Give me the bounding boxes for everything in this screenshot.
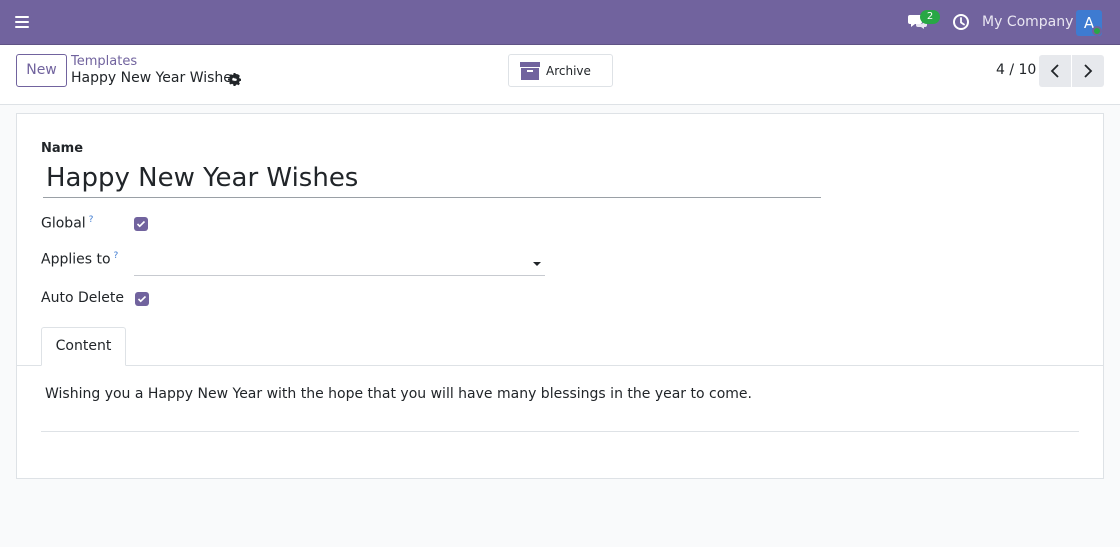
hamburger-menu-icon[interactable] <box>15 16 29 28</box>
content-bottom-divider <box>41 431 1079 432</box>
name-label: Name <box>41 141 84 156</box>
global-label: Global? <box>41 215 94 232</box>
new-button[interactable]: New <box>16 54 67 87</box>
auto-delete-label: Auto Delete <box>41 290 124 306</box>
pager-previous-button[interactable] <box>1039 55 1071 87</box>
company-switcher[interactable]: My Company <box>982 14 1073 30</box>
archive-button[interactable]: Archive <box>508 54 613 87</box>
online-status-dot <box>1092 26 1102 36</box>
chat-unread-badge: 2 <box>920 10 940 24</box>
applies-to-label: Applies to? <box>41 251 119 268</box>
tab-content[interactable]: Content <box>41 327 126 366</box>
archive-box-icon <box>520 62 540 80</box>
pager-next-button[interactable] <box>1072 55 1104 87</box>
tab-divider <box>17 365 1103 366</box>
pager-value[interactable]: 4 / 10 <box>996 62 1036 78</box>
control-panel: New Templates Happy New Year Wishes Arch… <box>0 45 1120 105</box>
breadcrumb-current: Happy New Year Wishes <box>71 70 240 86</box>
applies-to-help-tooltip[interactable]: ? <box>114 251 119 261</box>
applies-to-select[interactable] <box>134 250 545 276</box>
archive-button-label: Archive <box>546 64 591 78</box>
gear-icon[interactable] <box>228 71 242 86</box>
top-navbar: 2 My Company A <box>0 0 1120 45</box>
chevron-left-icon <box>1050 64 1059 78</box>
breadcrumb-parent-link[interactable]: Templates <box>71 54 137 69</box>
auto-delete-checkbox[interactable] <box>135 292 149 306</box>
content-body-editor[interactable]: Wishing you a Happy New Year with the ho… <box>45 386 1075 402</box>
global-help-tooltip[interactable]: ? <box>89 215 94 225</box>
name-input[interactable] <box>43 158 821 198</box>
form-sheet: Name Global? Applies to? Auto Delete Con… <box>16 113 1104 479</box>
global-checkbox[interactable] <box>134 217 148 231</box>
caret-down-icon <box>533 262 541 266</box>
clock-icon[interactable] <box>952 13 970 31</box>
chevron-right-icon <box>1084 64 1093 78</box>
